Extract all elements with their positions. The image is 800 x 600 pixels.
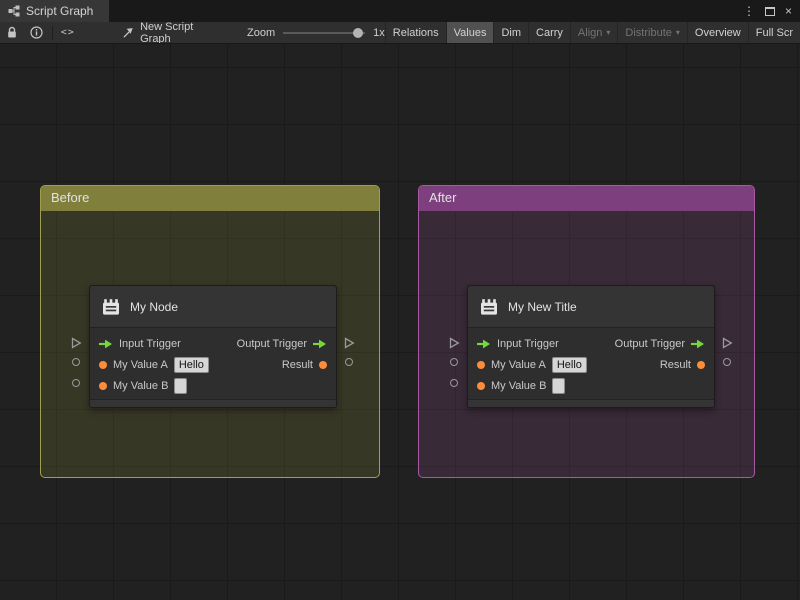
value-b-label: My Value B: [113, 379, 169, 392]
value-b-label: My Value B: [491, 379, 547, 392]
chevron-down-icon: ▾: [606, 28, 611, 37]
group-after[interactable]: After My New Title Input Trigger Output …: [418, 185, 755, 478]
zoom-control: Zoom 1x: [247, 27, 385, 39]
align-label: Align: [577, 26, 603, 39]
value-b-connector[interactable]: [450, 379, 458, 387]
flow-in-connector[interactable]: [71, 337, 82, 349]
result-label: Result: [281, 358, 313, 371]
node-row-triggers: Input Trigger Output Trigger: [90, 333, 336, 354]
value-b-field[interactable]: [174, 377, 188, 394]
toolbar-buttons: Relations Values Dim Carry Align ▾ Distr…: [384, 22, 800, 43]
result-connector[interactable]: [723, 358, 731, 366]
graph-name: New Script Graph: [140, 22, 194, 44]
graph-canvas[interactable]: Before My Node Input Trigger Output Trig…: [0, 44, 800, 600]
input-trigger-label: Input Trigger: [497, 337, 559, 350]
value-a-connector[interactable]: [450, 358, 458, 366]
output-trigger-label: Output Trigger: [236, 337, 307, 350]
close-icon[interactable]: ×: [785, 5, 792, 17]
window-controls: ⋮ ×: [743, 0, 800, 22]
output-trigger-label: Output Trigger: [614, 337, 685, 350]
result-label: Result: [659, 358, 691, 371]
dim-button[interactable]: Dim: [493, 22, 528, 43]
value-b-connector[interactable]: [72, 379, 80, 387]
result-port-icon[interactable]: [319, 360, 327, 369]
lock-icon[interactable]: [0, 22, 24, 43]
node-header[interactable]: My Node: [90, 286, 336, 328]
fullscreen-button[interactable]: Full Scr: [747, 22, 800, 43]
graph-breadcrumb[interactable]: New Script Graph: [122, 22, 221, 44]
unit-icon: [481, 298, 497, 315]
tab-bar: Script Graph ⋮ ×: [0, 0, 800, 22]
carry-button[interactable]: Carry: [528, 22, 570, 43]
relations-button[interactable]: Relations: [384, 22, 446, 43]
node-row-triggers: Input Trigger Output Trigger: [468, 333, 714, 354]
node-footer: [468, 399, 714, 407]
tab-script-graph[interactable]: Script Graph: [0, 0, 110, 22]
menu-icon[interactable]: ⋮: [743, 5, 755, 17]
result-connector[interactable]: [345, 358, 353, 366]
unit-icon: [103, 298, 119, 315]
node-title: My New Title: [508, 299, 577, 314]
toolbar-separator: [51, 25, 53, 40]
value-a-port-icon[interactable]: [477, 360, 485, 369]
value-b-field[interactable]: [552, 377, 566, 394]
chevron-down-icon: ▾: [675, 28, 680, 37]
flow-in-connector[interactable]: [449, 337, 460, 349]
node-row-value-a: My Value A Hello Result: [90, 354, 336, 375]
flow-in-icon[interactable]: [99, 339, 113, 349]
value-b-port-icon[interactable]: [477, 381, 485, 390]
code-glyph: <>: [60, 27, 75, 38]
values-button[interactable]: Values: [445, 22, 494, 43]
flow-in-icon[interactable]: [477, 339, 491, 349]
node-my-new-title[interactable]: My New Title Input Trigger Output Trigge…: [467, 285, 715, 408]
value-a-label: My Value A: [491, 358, 546, 371]
toolbar: <> New Script Graph Zoom 1x Relations Va…: [0, 22, 800, 44]
node-row-value-b: My Value B: [90, 375, 336, 396]
value-a-port-icon[interactable]: [99, 360, 107, 369]
flow-out-connector[interactable]: [344, 337, 355, 349]
flow-out-icon[interactable]: [691, 339, 705, 349]
code-view-icon[interactable]: <>: [56, 22, 80, 43]
value-a-field[interactable]: Hello: [173, 356, 209, 373]
tab-title: Script Graph: [26, 4, 94, 18]
node-my-node[interactable]: My Node Input Trigger Output Trigger My …: [89, 285, 337, 408]
node-row-value-a: My Value A Hello Result: [468, 354, 714, 375]
zoom-value: 1x: [373, 26, 385, 39]
value-a-connector[interactable]: [72, 358, 80, 366]
node-body: Input Trigger Output Trigger My Value A …: [90, 328, 336, 399]
distribute-label: Distribute: [625, 26, 672, 39]
value-a-field[interactable]: Hello: [551, 356, 587, 373]
node-row-value-b: My Value B: [468, 375, 714, 396]
node-body: Input Trigger Output Trigger My Value A …: [468, 328, 714, 399]
value-a-label: My Value A: [113, 358, 168, 371]
align-dropdown[interactable]: Align ▾: [569, 22, 617, 43]
flow-out-icon[interactable]: [313, 339, 327, 349]
zoom-knob[interactable]: [353, 27, 364, 38]
group-after-title[interactable]: After: [419, 186, 754, 211]
flow-out-connector[interactable]: [722, 337, 733, 349]
input-trigger-label: Input Trigger: [119, 337, 181, 350]
group-before[interactable]: Before My Node Input Trigger Output Trig…: [40, 185, 380, 478]
script-graph-window: Script Graph ⋮ × <> New Script Graph Zoo…: [0, 0, 800, 600]
group-before-title[interactable]: Before: [41, 186, 379, 211]
node-title: My Node: [130, 299, 179, 314]
pointer-icon: [123, 27, 133, 38]
overview-button[interactable]: Overview: [686, 22, 748, 43]
node-header[interactable]: My New Title: [468, 286, 714, 328]
script-graph-icon: [8, 5, 20, 17]
distribute-dropdown[interactable]: Distribute ▾: [617, 22, 686, 43]
zoom-slider[interactable]: [283, 27, 366, 39]
zoom-label: Zoom: [247, 26, 276, 39]
value-b-port-icon[interactable]: [99, 381, 107, 390]
maximize-icon[interactable]: [764, 6, 775, 16]
info-icon[interactable]: [24, 22, 48, 43]
node-footer: [90, 399, 336, 407]
result-port-icon[interactable]: [697, 360, 705, 369]
